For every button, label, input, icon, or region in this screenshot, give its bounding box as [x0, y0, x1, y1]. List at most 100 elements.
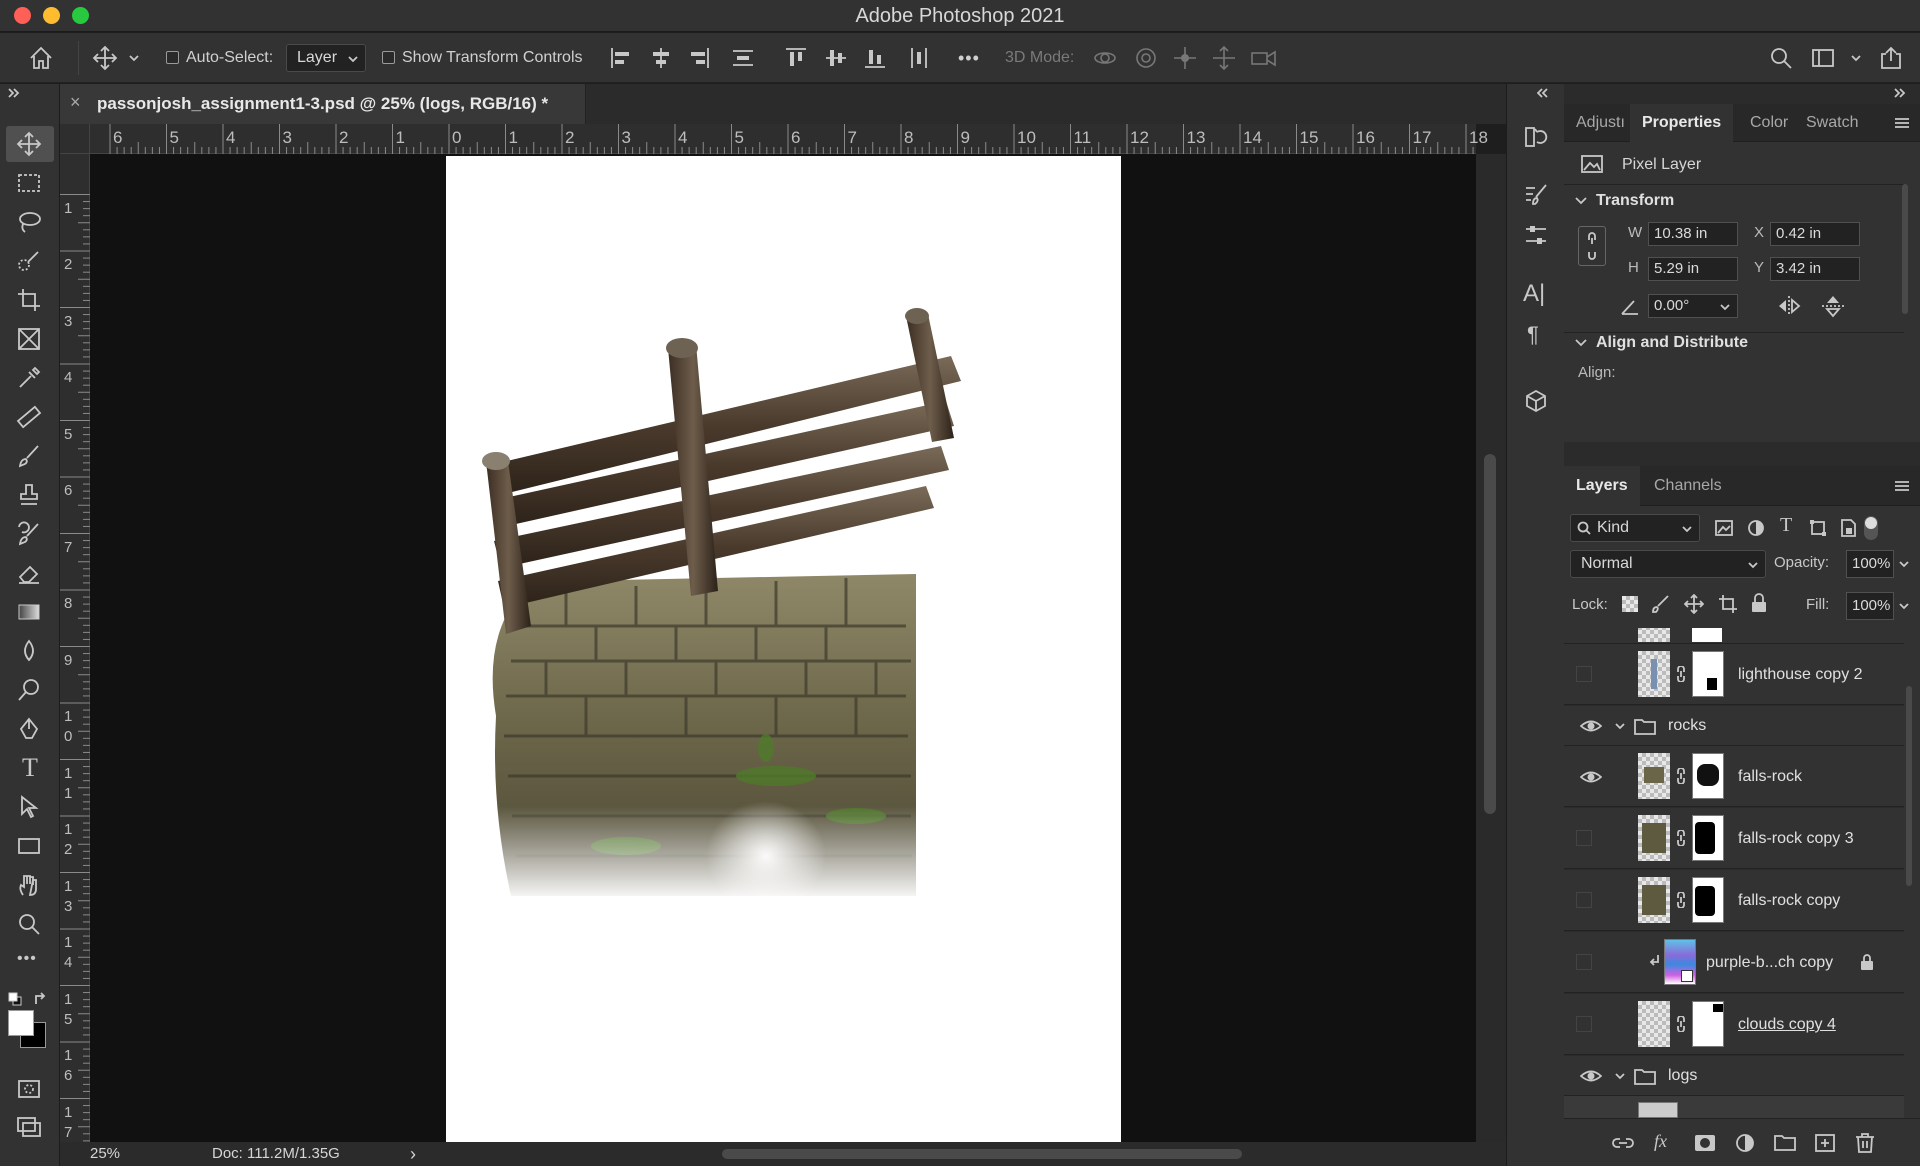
scrollbar-thumb[interactable] [1484, 454, 1496, 814]
healing-brush-tool-icon[interactable] [16, 404, 42, 430]
rectangle-tool-icon[interactable] [16, 833, 42, 859]
clone-stamp-tool-icon[interactable] [16, 482, 42, 508]
frame-tool-icon[interactable] [16, 326, 42, 352]
vertical-scrollbar[interactable] [1476, 154, 1506, 1142]
layer-filter-dropdown[interactable]: Kind [1570, 514, 1700, 542]
character-panel-icon[interactable]: A| [1523, 280, 1545, 308]
home-icon[interactable] [28, 45, 54, 71]
panel-menu-icon[interactable] [1894, 480, 1910, 492]
workspace-icon[interactable] [1810, 45, 1836, 71]
lock-artboard-icon[interactable] [1718, 594, 1738, 614]
maximize-window-button[interactable] [72, 7, 89, 24]
dodge-tool-icon[interactable] [16, 677, 42, 703]
new-layer-icon[interactable] [1814, 1133, 1836, 1153]
tab-channels[interactable]: Channels [1654, 466, 1722, 506]
chevron-down-icon[interactable] [1898, 558, 1910, 570]
minimize-window-button[interactable] [43, 7, 60, 24]
x-position-field[interactable]: 0.42 in [1770, 222, 1860, 246]
panel-menu-icon[interactable] [1894, 117, 1910, 129]
screen-mode-icon[interactable] [16, 1114, 42, 1140]
eye-icon[interactable] [1580, 1066, 1602, 1086]
chevron-down-icon[interactable] [1574, 194, 1588, 208]
tab-layers[interactable]: Layers [1564, 466, 1640, 506]
layer-name[interactable]: rocks [1668, 717, 1706, 735]
layer-name[interactable]: falls-rock copy [1738, 892, 1840, 910]
align-left-edges-icon[interactable] [608, 45, 634, 71]
show-transform-checkbox[interactable] [382, 51, 395, 64]
opacity-field[interactable]: 100% [1846, 550, 1894, 578]
collapse-arrows-icon[interactable] [1537, 88, 1549, 98]
distribute-horizontal-icon[interactable] [906, 45, 932, 71]
width-field[interactable]: 10.38 in [1648, 222, 1738, 246]
3d-panel-icon[interactable] [1523, 388, 1549, 414]
share-icon[interactable] [1878, 45, 1904, 71]
link-icon[interactable] [1676, 666, 1686, 682]
swap-colors-icon[interactable] [34, 992, 48, 1006]
lock-all-icon[interactable] [1750, 592, 1768, 614]
move-tool-icon[interactable] [16, 131, 42, 157]
layer-group-row[interactable]: rocks [1564, 706, 1904, 746]
type-tool-icon[interactable]: T [17, 755, 43, 781]
crop-tool-icon[interactable] [16, 287, 42, 313]
link-dimensions-button[interactable] [1578, 226, 1606, 266]
move-tool-icon[interactable] [92, 45, 118, 71]
search-icon[interactable] [1768, 45, 1794, 71]
lock-transparent-pixels-icon[interactable] [1622, 596, 1638, 612]
layer-name[interactable]: logs [1668, 1067, 1697, 1085]
default-colors-icon[interactable] [8, 992, 22, 1006]
chevron-down-icon[interactable] [1850, 52, 1862, 64]
zoom-level[interactable]: 25% [90, 1142, 120, 1166]
chevron-down-icon[interactable] [1614, 1070, 1626, 1082]
layer-group-row[interactable]: logs [1564, 1056, 1904, 1096]
collapse-arrows-icon[interactable] [8, 88, 20, 98]
lock-image-pixels-icon[interactable] [1650, 594, 1670, 614]
blend-mode-dropdown[interactable]: Normal [1570, 550, 1766, 578]
delete-layer-icon[interactable] [1854, 1133, 1876, 1153]
link-layers-icon[interactable] [1612, 1133, 1634, 1153]
layer-row[interactable] [1564, 1096, 1904, 1118]
new-adjustment-layer-icon[interactable] [1734, 1133, 1756, 1153]
layer-name[interactable]: purple-b...ch copy [1706, 954, 1833, 972]
flip-horizontal-icon[interactable] [1776, 294, 1802, 318]
lasso-tool-icon[interactable] [16, 209, 42, 235]
path-selection-tool-icon[interactable] [16, 794, 42, 820]
tab-adjustments[interactable]: Adjustı [1576, 104, 1628, 142]
link-icon[interactable] [1676, 1016, 1686, 1032]
marquee-tool-icon[interactable] [16, 170, 42, 196]
lock-position-icon[interactable] [1684, 594, 1704, 614]
gradient-tool-icon[interactable] [16, 599, 42, 625]
filter-shape-icon[interactable] [1808, 518, 1828, 538]
layer-name[interactable]: falls-rock [1738, 768, 1802, 786]
filter-type-icon[interactable]: T [1780, 514, 1792, 537]
layer-name[interactable]: clouds copy 4 [1738, 1016, 1836, 1034]
layer-name[interactable]: falls-rock copy 3 [1738, 830, 1854, 848]
layers-scrollbar[interactable] [1906, 686, 1912, 886]
tab-swatches[interactable]: Swatch [1806, 104, 1858, 142]
transform-section-title[interactable]: Transform [1596, 192, 1674, 210]
blur-tool-icon[interactable] [16, 638, 42, 664]
filter-pixel-icon[interactable] [1714, 518, 1734, 538]
align-bottom-edges-icon[interactable] [862, 45, 888, 71]
hand-tool-icon[interactable] [16, 872, 42, 898]
close-window-button[interactable] [14, 7, 31, 24]
edit-toolbar-button[interactable]: ••• [17, 950, 37, 968]
filter-adjustment-icon[interactable] [1746, 518, 1766, 538]
layer-name[interactable]: lighthouse copy 2 [1738, 666, 1863, 684]
layer-row[interactable]: clouds copy 4 [1564, 994, 1904, 1055]
flip-vertical-icon[interactable] [1820, 294, 1846, 318]
visibility-toggle[interactable] [1576, 830, 1592, 846]
layer-row[interactable]: lighthouse copy 2 [1564, 644, 1904, 705]
chevron-down-icon[interactable] [1574, 336, 1588, 350]
layer-row[interactable]: falls-rock copy 3 [1564, 808, 1904, 869]
eyedropper-tool-icon[interactable] [16, 365, 42, 391]
align-horizontal-centers-icon[interactable] [648, 45, 674, 71]
y-position-field[interactable]: 3.42 in [1770, 257, 1860, 281]
eye-icon[interactable] [1580, 716, 1602, 736]
layer-row[interactable]: falls-rock [1564, 746, 1904, 807]
brush-tool-icon[interactable] [16, 443, 42, 469]
close-tab-button[interactable]: × [70, 92, 81, 113]
properties-scrollbar[interactable] [1902, 184, 1908, 314]
align-top-edges-icon[interactable] [783, 45, 809, 71]
tab-color[interactable]: Color [1750, 104, 1788, 142]
eye-icon[interactable] [1580, 767, 1602, 787]
